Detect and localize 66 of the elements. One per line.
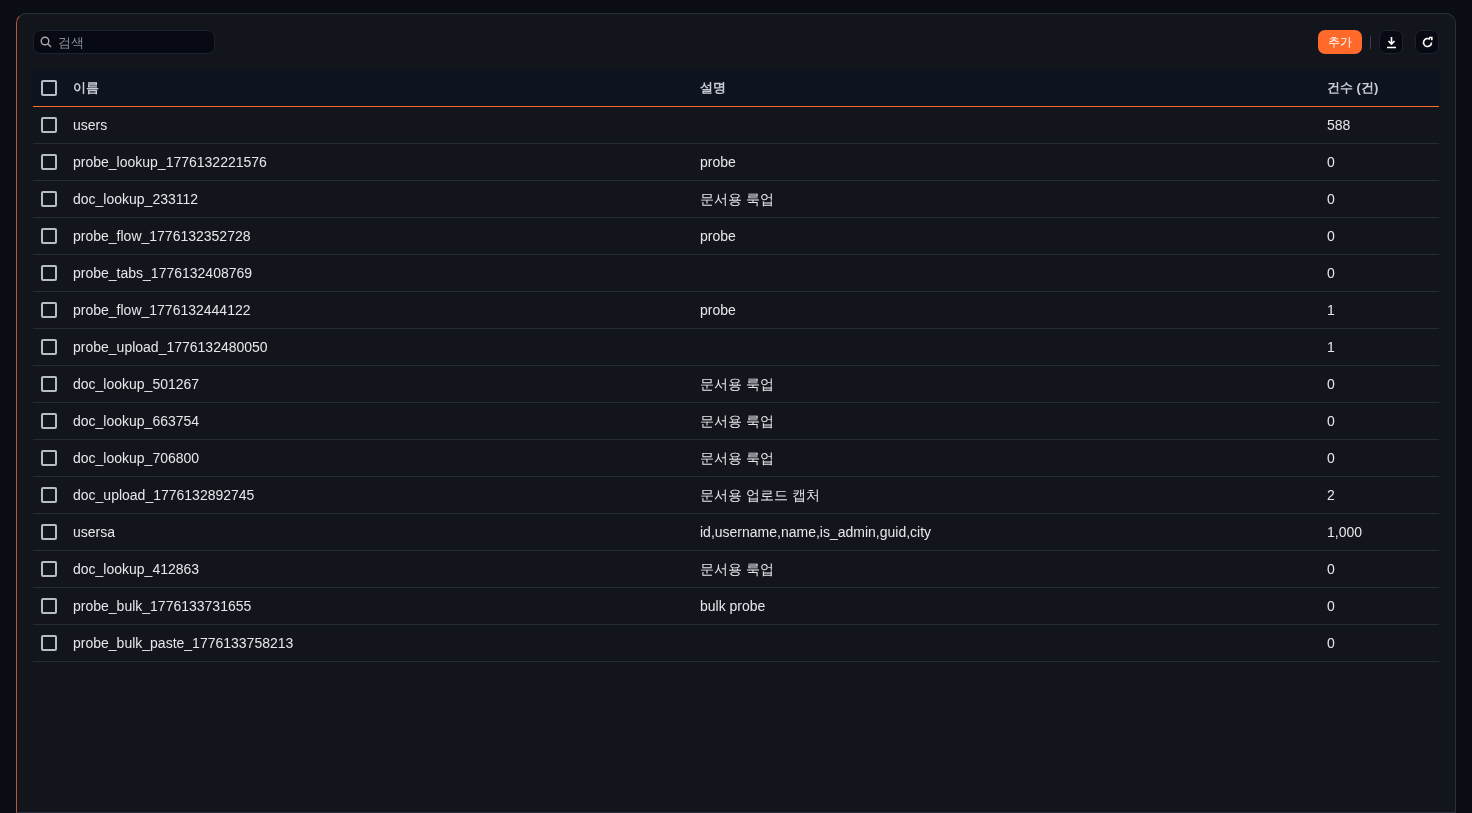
table-cell-text: 0: [1327, 152, 1335, 172]
table-cell-text: 문서용 룩업: [700, 411, 774, 431]
table-cell-text: 문서용 룩업: [700, 448, 774, 468]
row-checkbox[interactable]: [41, 561, 57, 577]
table-cell-text: users: [73, 115, 108, 135]
row-checkbox[interactable]: [41, 487, 57, 503]
table-cell-text: probe_flow_1776132444122: [73, 300, 251, 320]
row-checkbox[interactable]: [41, 154, 57, 170]
table-cell-text: probe: [700, 300, 736, 320]
table-cell-text: 1: [1327, 337, 1335, 357]
row-checkbox[interactable]: [41, 450, 57, 466]
table-cell-text: 1: [1327, 300, 1335, 320]
refresh-button[interactable]: [1415, 30, 1439, 54]
table-cell-text: 1,000: [1327, 522, 1363, 542]
table-cell-text: 문서용 룩업: [700, 559, 774, 579]
row-checkbox[interactable]: [41, 117, 57, 133]
table-cell-text: probe_bulk_1776133731655: [73, 596, 252, 616]
download-icon: [1384, 35, 1398, 49]
table-cell-text: 0: [1327, 226, 1335, 246]
table-cell-text: 0: [1327, 263, 1335, 283]
add-button[interactable]: 추가: [1318, 30, 1362, 54]
table-cell-text: probe_lookup_1776132221576: [73, 152, 267, 172]
table-cell-text: doc_lookup_706800: [73, 448, 200, 468]
table-cell-text: 0: [1327, 559, 1335, 579]
table-cell-text: doc_upload_1776132892745: [73, 485, 255, 505]
table-cell-text: 588: [1327, 115, 1351, 135]
table-cell-text: 2: [1327, 485, 1335, 505]
table-cell-text: probe_flow_1776132352728: [73, 226, 251, 246]
table-cell-text: 0: [1327, 633, 1335, 653]
table-cell-text: usersa: [73, 522, 116, 542]
column-header: 이름: [73, 79, 99, 98]
table-cell-text: doc_lookup_501267: [73, 374, 200, 394]
table-cell-text: doc_lookup_412863: [73, 559, 200, 579]
table-cell-text: 문서용 업로드 캡처: [700, 485, 820, 505]
row-checkbox[interactable]: [41, 413, 57, 429]
table-cell-text: 0: [1327, 596, 1335, 616]
select-all-checkbox[interactable]: [41, 80, 57, 96]
row-checkbox[interactable]: [41, 598, 57, 614]
table-cell-text: id,username,name,is_admin,guid,city: [700, 522, 932, 542]
table-cell-text: probe_upload_1776132480050: [73, 337, 268, 357]
row-checkbox[interactable]: [41, 228, 57, 244]
refresh-icon: [1420, 35, 1434, 49]
search-field[interactable]: 검색: [33, 30, 215, 54]
download-button[interactable]: [1379, 30, 1403, 54]
table-cell-text: 0: [1327, 189, 1335, 209]
table-cell-text: 0: [1327, 448, 1335, 468]
table-cell-text: probe: [700, 226, 736, 246]
column-header: 건수 (건): [1327, 79, 1379, 98]
table-cell-text: doc_lookup_663754: [73, 411, 200, 431]
table-cell-text: doc_lookup_233112: [73, 189, 199, 209]
table-cell-text: 문서용 룩업: [700, 374, 774, 394]
table-cell-text: probe_bulk_paste_1776133758213: [73, 633, 294, 653]
table-cell-text: bulk probe: [700, 596, 766, 616]
table-cell-text: probe_tabs_1776132408769: [73, 263, 253, 283]
table-cell-text: 0: [1327, 411, 1335, 431]
row-checkbox[interactable]: [41, 191, 57, 207]
row-checkbox[interactable]: [41, 302, 57, 318]
row-checkbox[interactable]: [41, 376, 57, 392]
row-checkbox[interactable]: [41, 339, 57, 355]
table-cell-text: 0: [1327, 374, 1335, 394]
table-cell-text: probe: [700, 152, 736, 172]
column-header: 설명: [700, 79, 726, 98]
table-cell-text: 문서용 룩업: [700, 189, 774, 209]
row-checkbox[interactable]: [41, 524, 57, 540]
row-checkbox[interactable]: [41, 635, 57, 651]
row-checkbox[interactable]: [41, 265, 57, 281]
